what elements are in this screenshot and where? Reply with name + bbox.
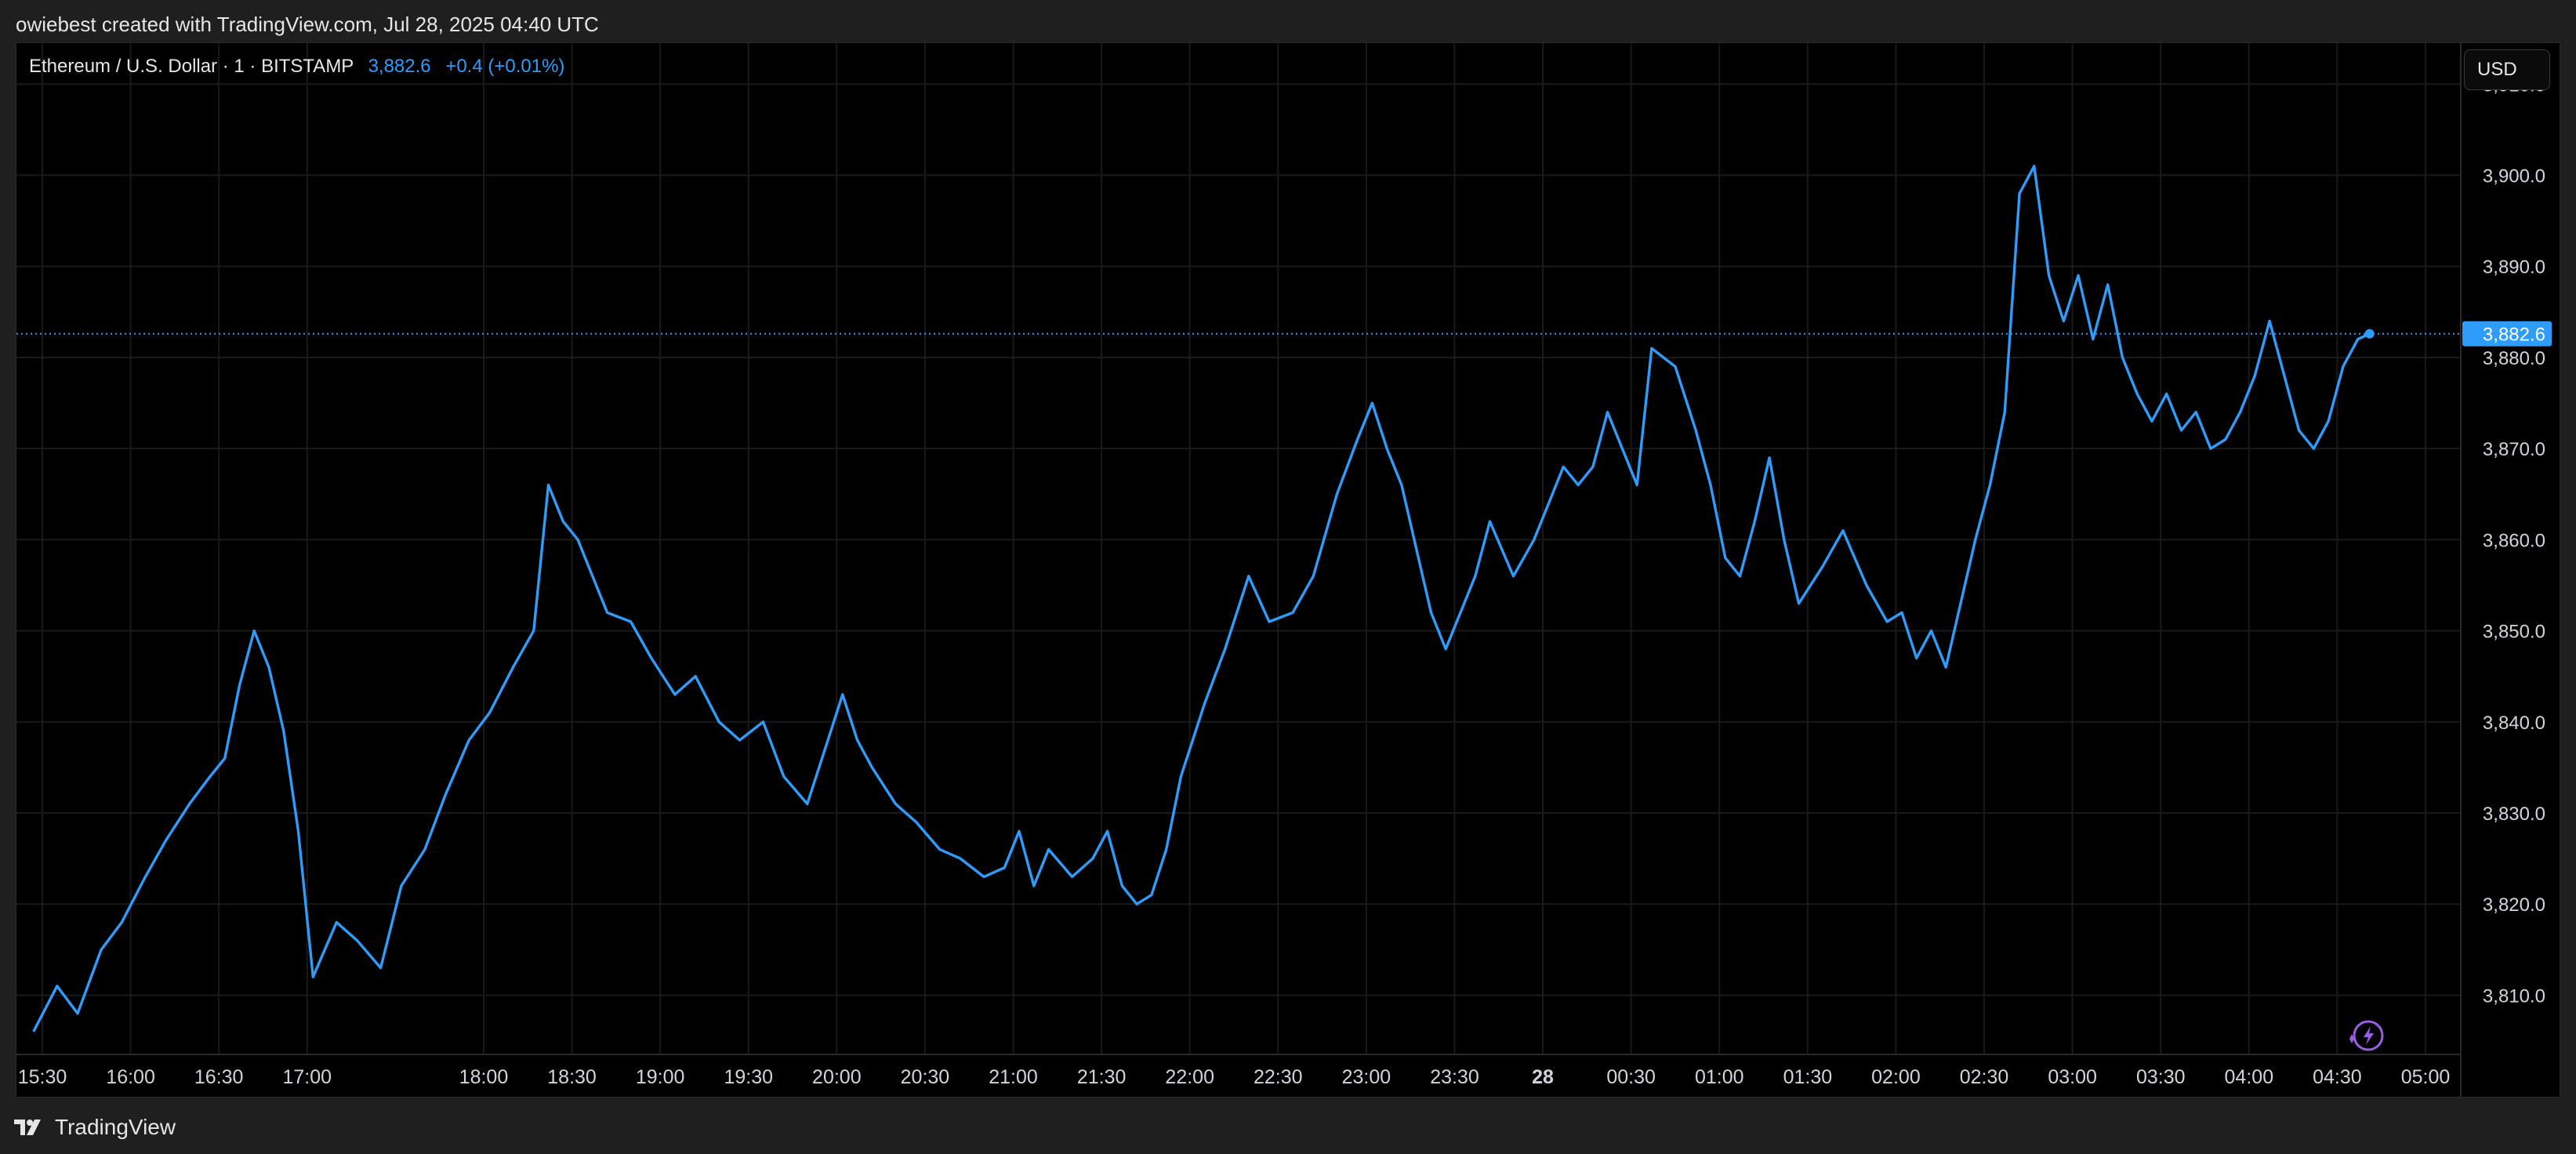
y-axis-labels: 3,810.0 3,820.0 3,830.0 3,840.0 3,850.0 3,860… <box>2483 74 2545 1007</box>
x-axis-labels: 15:30 16:00 16:30 17:00 18:00 18:30 19:00 19:30… <box>18 1066 2451 1088</box>
line-layer <box>32 165 2371 1032</box>
grid-layer <box>16 43 2461 1054</box>
y-tick-label: 3,890.0 <box>2483 257 2545 278</box>
y-tick-label: 3,900.0 <box>2483 166 2545 187</box>
top-bar: owiebest created with TradingView.com, J… <box>0 0 2576 42</box>
y-tick-label: 3,870.0 <box>2483 439 2545 460</box>
y-tick-label: 3,840.0 <box>2483 713 2545 734</box>
x-tick-label: 20:00 <box>812 1066 862 1088</box>
y-tick-label: 3,830.0 <box>2483 804 2545 825</box>
x-tick-label: 19:30 <box>724 1066 773 1088</box>
brand-name: TradingView <box>55 1115 176 1139</box>
x-tick-label: 17:00 <box>282 1066 332 1088</box>
x-tick-label: 28 <box>1532 1066 1554 1088</box>
x-tick-label: 16:00 <box>106 1066 155 1088</box>
last-price-tag-label: 3,882.6 <box>2483 325 2545 346</box>
x-tick-label: 02:30 <box>1960 1066 2009 1088</box>
x-tick-label: 22:00 <box>1165 1066 1214 1088</box>
x-tick-label: 01:30 <box>1783 1066 1833 1088</box>
x-tick-label: 21:00 <box>989 1066 1038 1088</box>
x-tick-label: 04:30 <box>2313 1066 2362 1088</box>
x-tick-label: 21:30 <box>1077 1066 1127 1088</box>
symbol-legend[interactable]: Ethereum / U.S. Dollar · 1 · BITSTAMP 3,… <box>29 56 564 78</box>
price-chart[interactable]: 3,810.0 3,820.0 3,830.0 3,840.0 3,850.0 3,860… <box>16 43 2560 1097</box>
x-tick-label: 03:30 <box>2136 1066 2186 1088</box>
y-tick-label: 3,850.0 <box>2483 622 2545 643</box>
price-change: +0.4 (+0.01%) <box>445 56 565 77</box>
y-tick-label: 3,860.0 <box>2483 530 2545 551</box>
x-tick-label: 15:30 <box>18 1066 67 1088</box>
y-tick-label: 3,810.0 <box>2483 985 2545 1007</box>
last-price: 3,882.6 <box>368 56 431 77</box>
snapshot-caption: owiebest created with TradingView.com, J… <box>16 13 599 36</box>
chart-frame[interactable]: 3,810.0 3,820.0 3,830.0 3,840.0 3,850.0 3,860… <box>16 42 2560 1098</box>
x-tick-label: 18:00 <box>459 1066 509 1088</box>
x-tick-label: 02:00 <box>1871 1066 1921 1088</box>
x-tick-label: 01:00 <box>1695 1066 1744 1088</box>
bottom-bar: TradingView <box>0 1098 2576 1154</box>
y-tick-label: 3,880.0 <box>2483 348 2545 369</box>
tradingview-logo-icon <box>14 1120 41 1135</box>
price-line[interactable] <box>32 165 2371 1032</box>
brand[interactable]: TradingView <box>14 1115 176 1140</box>
x-tick-label: 04:00 <box>2225 1066 2274 1088</box>
symbol-name: Ethereum / U.S. Dollar · 1 · BITSTAMP <box>29 56 354 77</box>
lightning-icon[interactable] <box>2349 1020 2384 1051</box>
x-tick-label: 05:00 <box>2401 1066 2451 1088</box>
x-tick-label: 03:00 <box>2048 1066 2097 1088</box>
x-tick-label: 18:30 <box>547 1066 597 1088</box>
currency-label: USD <box>2477 59 2517 80</box>
x-tick-label: 16:30 <box>194 1066 244 1088</box>
x-tick-label: 19:00 <box>636 1066 685 1088</box>
overlay-layer: 3,882.6 <box>16 321 2552 1051</box>
y-tick-label: 3,820.0 <box>2483 895 2545 916</box>
x-tick-label: 20:30 <box>901 1066 950 1088</box>
axis-separators <box>16 43 2462 1097</box>
x-tick-label: 00:30 <box>1606 1066 1656 1088</box>
currency-button[interactable]: USD <box>2464 49 2550 90</box>
x-tick-label: 22:30 <box>1254 1066 1303 1088</box>
x-tick-label: 23:00 <box>1342 1066 1391 1088</box>
x-tick-label: 23:30 <box>1430 1066 1479 1088</box>
last-price-dot <box>2364 328 2375 339</box>
